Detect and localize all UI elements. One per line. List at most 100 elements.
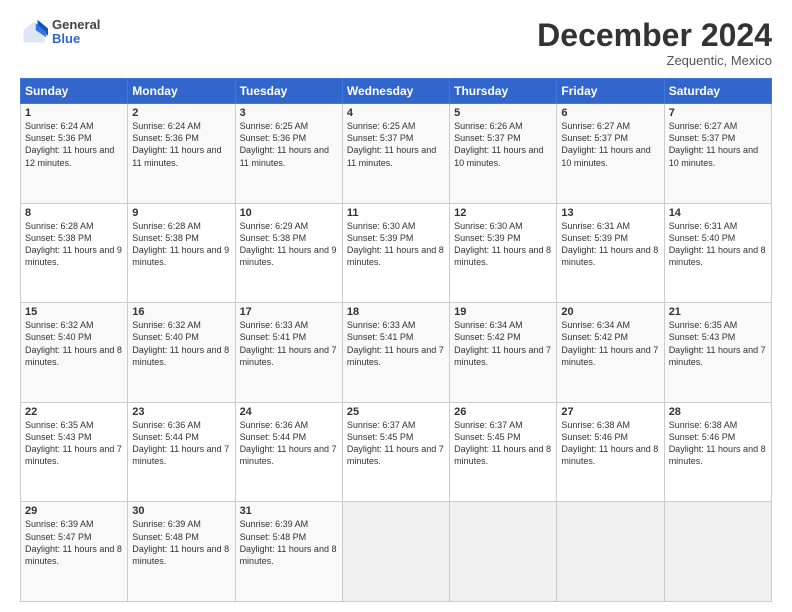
- day-info: Sunrise: 6:32 AM Sunset: 5:40 PM Dayligh…: [25, 319, 123, 368]
- sunset-label: Sunset: 5:36 PM: [132, 133, 199, 143]
- sunset-label: Sunset: 5:45 PM: [454, 432, 521, 442]
- daylight-label: Daylight: 11 hours and 8 minutes.: [25, 544, 122, 566]
- day-number: 21: [669, 306, 767, 318]
- calendar-week-row: 22 Sunrise: 6:35 AM Sunset: 5:43 PM Dayl…: [21, 402, 772, 502]
- logo-line1: General: [52, 18, 100, 32]
- calendar-week-row: 15 Sunrise: 6:32 AM Sunset: 5:40 PM Dayl…: [21, 303, 772, 403]
- day-info: Sunrise: 6:31 AM Sunset: 5:39 PM Dayligh…: [561, 220, 659, 269]
- calendar-cell: 26 Sunrise: 6:37 AM Sunset: 5:45 PM Dayl…: [450, 402, 557, 502]
- day-info: Sunrise: 6:30 AM Sunset: 5:39 PM Dayligh…: [347, 220, 445, 269]
- sunset-label: Sunset: 5:40 PM: [669, 233, 736, 243]
- day-number: 31: [240, 505, 338, 517]
- day-info: Sunrise: 6:31 AM Sunset: 5:40 PM Dayligh…: [669, 220, 767, 269]
- sunrise-label: Sunrise: 6:37 AM: [347, 420, 416, 430]
- day-info: Sunrise: 6:36 AM Sunset: 5:44 PM Dayligh…: [240, 419, 338, 468]
- daylight-label: Daylight: 11 hours and 11 minutes.: [347, 145, 436, 167]
- calendar-cell: 7 Sunrise: 6:27 AM Sunset: 5:37 PM Dayli…: [664, 104, 771, 204]
- sunset-label: Sunset: 5:39 PM: [347, 233, 414, 243]
- daylight-label: Daylight: 11 hours and 9 minutes.: [25, 245, 122, 267]
- calendar-cell: 28 Sunrise: 6:38 AM Sunset: 5:46 PM Dayl…: [664, 402, 771, 502]
- daylight-label: Daylight: 11 hours and 9 minutes.: [132, 245, 229, 267]
- day-info: Sunrise: 6:39 AM Sunset: 5:48 PM Dayligh…: [240, 518, 338, 567]
- calendar-day-header: Saturday: [664, 79, 771, 104]
- calendar-day-header: Thursday: [450, 79, 557, 104]
- calendar-cell: 15 Sunrise: 6:32 AM Sunset: 5:40 PM Dayl…: [21, 303, 128, 403]
- day-number: 5: [454, 107, 552, 119]
- calendar-cell: 8 Sunrise: 6:28 AM Sunset: 5:38 PM Dayli…: [21, 203, 128, 303]
- location: Zequentic, Mexico: [537, 53, 772, 68]
- calendar-cell: 22 Sunrise: 6:35 AM Sunset: 5:43 PM Dayl…: [21, 402, 128, 502]
- sunset-label: Sunset: 5:40 PM: [25, 332, 92, 342]
- daylight-label: Daylight: 11 hours and 8 minutes.: [240, 544, 337, 566]
- daylight-label: Daylight: 11 hours and 8 minutes.: [25, 345, 122, 367]
- sunset-label: Sunset: 5:46 PM: [561, 432, 628, 442]
- day-number: 11: [347, 207, 445, 219]
- calendar-cell: 17 Sunrise: 6:33 AM Sunset: 5:41 PM Dayl…: [235, 303, 342, 403]
- sunset-label: Sunset: 5:38 PM: [240, 233, 307, 243]
- logo-text: General Blue: [52, 18, 100, 47]
- day-info: Sunrise: 6:39 AM Sunset: 5:48 PM Dayligh…: [132, 518, 230, 567]
- daylight-label: Daylight: 11 hours and 12 minutes.: [25, 145, 114, 167]
- sunrise-label: Sunrise: 6:32 AM: [25, 320, 94, 330]
- sunrise-label: Sunrise: 6:36 AM: [132, 420, 201, 430]
- calendar-cell: 3 Sunrise: 6:25 AM Sunset: 5:36 PM Dayli…: [235, 104, 342, 204]
- day-info: Sunrise: 6:35 AM Sunset: 5:43 PM Dayligh…: [25, 419, 123, 468]
- daylight-label: Daylight: 11 hours and 7 minutes.: [132, 444, 229, 466]
- day-number: 16: [132, 306, 230, 318]
- daylight-label: Daylight: 11 hours and 7 minutes.: [240, 345, 337, 367]
- calendar-cell: 20 Sunrise: 6:34 AM Sunset: 5:42 PM Dayl…: [557, 303, 664, 403]
- sunrise-label: Sunrise: 6:30 AM: [347, 221, 416, 231]
- sunset-label: Sunset: 5:45 PM: [347, 432, 414, 442]
- calendar-cell: 25 Sunrise: 6:37 AM Sunset: 5:45 PM Dayl…: [342, 402, 449, 502]
- sunset-label: Sunset: 5:41 PM: [347, 332, 414, 342]
- sunset-label: Sunset: 5:44 PM: [132, 432, 199, 442]
- day-info: Sunrise: 6:29 AM Sunset: 5:38 PM Dayligh…: [240, 220, 338, 269]
- sunset-label: Sunset: 5:36 PM: [25, 133, 92, 143]
- daylight-label: Daylight: 11 hours and 10 minutes.: [454, 145, 543, 167]
- sunrise-label: Sunrise: 6:29 AM: [240, 221, 309, 231]
- calendar-cell: 23 Sunrise: 6:36 AM Sunset: 5:44 PM Dayl…: [128, 402, 235, 502]
- sunrise-label: Sunrise: 6:39 AM: [240, 519, 309, 529]
- day-info: Sunrise: 6:34 AM Sunset: 5:42 PM Dayligh…: [454, 319, 552, 368]
- day-number: 20: [561, 306, 659, 318]
- calendar-week-row: 29 Sunrise: 6:39 AM Sunset: 5:47 PM Dayl…: [21, 502, 772, 602]
- day-info: Sunrise: 6:28 AM Sunset: 5:38 PM Dayligh…: [25, 220, 123, 269]
- daylight-label: Daylight: 11 hours and 7 minutes.: [347, 444, 444, 466]
- sunrise-label: Sunrise: 6:24 AM: [25, 121, 94, 131]
- sunset-label: Sunset: 5:47 PM: [25, 532, 92, 542]
- sunset-label: Sunset: 5:37 PM: [454, 133, 521, 143]
- sunset-label: Sunset: 5:42 PM: [561, 332, 628, 342]
- daylight-label: Daylight: 11 hours and 7 minutes.: [347, 345, 444, 367]
- daylight-label: Daylight: 11 hours and 7 minutes.: [669, 345, 766, 367]
- calendar-week-row: 1 Sunrise: 6:24 AM Sunset: 5:36 PM Dayli…: [21, 104, 772, 204]
- day-number: 7: [669, 107, 767, 119]
- day-info: Sunrise: 6:27 AM Sunset: 5:37 PM Dayligh…: [561, 120, 659, 169]
- calendar-cell: 21 Sunrise: 6:35 AM Sunset: 5:43 PM Dayl…: [664, 303, 771, 403]
- sunrise-label: Sunrise: 6:35 AM: [669, 320, 738, 330]
- sunset-label: Sunset: 5:38 PM: [132, 233, 199, 243]
- sunrise-label: Sunrise: 6:25 AM: [240, 121, 309, 131]
- day-info: Sunrise: 6:37 AM Sunset: 5:45 PM Dayligh…: [454, 419, 552, 468]
- day-number: 10: [240, 207, 338, 219]
- day-number: 8: [25, 207, 123, 219]
- calendar-cell: 9 Sunrise: 6:28 AM Sunset: 5:38 PM Dayli…: [128, 203, 235, 303]
- sunset-label: Sunset: 5:36 PM: [240, 133, 307, 143]
- page: General Blue December 2024 Zequentic, Me…: [0, 0, 792, 612]
- calendar-day-header: Friday: [557, 79, 664, 104]
- calendar-cell: 19 Sunrise: 6:34 AM Sunset: 5:42 PM Dayl…: [450, 303, 557, 403]
- day-number: 15: [25, 306, 123, 318]
- day-info: Sunrise: 6:25 AM Sunset: 5:37 PM Dayligh…: [347, 120, 445, 169]
- daylight-label: Daylight: 11 hours and 8 minutes.: [561, 444, 658, 466]
- calendar-day-header: Wednesday: [342, 79, 449, 104]
- sunset-label: Sunset: 5:37 PM: [669, 133, 736, 143]
- calendar-cell: 6 Sunrise: 6:27 AM Sunset: 5:37 PM Dayli…: [557, 104, 664, 204]
- month-title: December 2024: [537, 18, 772, 53]
- daylight-label: Daylight: 11 hours and 7 minutes.: [454, 345, 551, 367]
- daylight-label: Daylight: 11 hours and 11 minutes.: [240, 145, 329, 167]
- sunrise-label: Sunrise: 6:33 AM: [347, 320, 416, 330]
- daylight-label: Daylight: 11 hours and 8 minutes.: [454, 245, 551, 267]
- day-number: 19: [454, 306, 552, 318]
- daylight-label: Daylight: 11 hours and 8 minutes.: [669, 245, 766, 267]
- calendar-table: SundayMondayTuesdayWednesdayThursdayFrid…: [20, 78, 772, 602]
- calendar-cell: 30 Sunrise: 6:39 AM Sunset: 5:48 PM Dayl…: [128, 502, 235, 602]
